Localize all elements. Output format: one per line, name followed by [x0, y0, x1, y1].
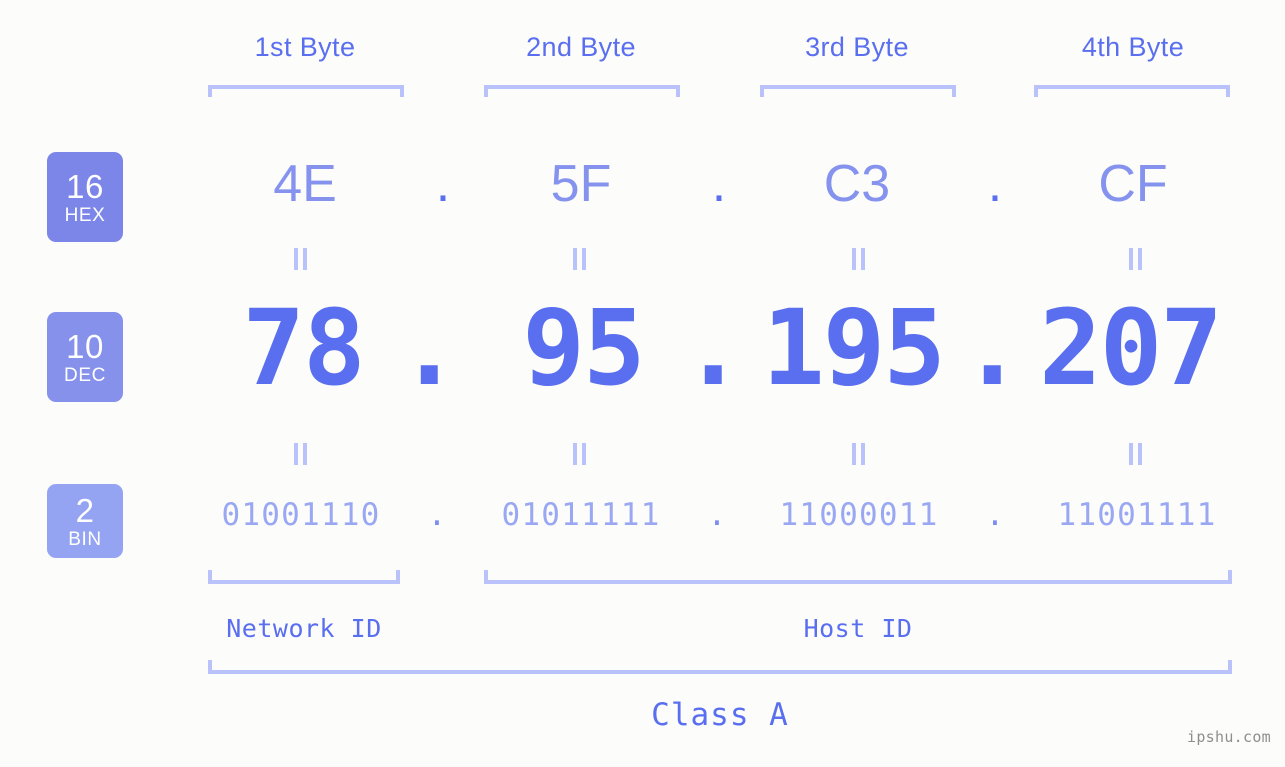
byte-bracket-2 — [484, 85, 680, 97]
bin-byte-4: 11001111 — [1057, 497, 1217, 533]
base-badge-dec-name: DEC — [64, 364, 106, 386]
base-badge-hex-number: 16 — [66, 167, 104, 205]
equals-icon-hex-dec-2 — [573, 248, 587, 270]
hex-separator-3: . — [987, 155, 1003, 213]
hex-byte-2: 5F — [550, 155, 612, 213]
base-badge-bin-name: BIN — [68, 528, 102, 550]
base-badge-hex: 16 HEX — [47, 152, 123, 242]
base-badge-dec: 10 DEC — [47, 312, 123, 402]
base-badge-bin-number: 2 — [75, 491, 95, 529]
dec-separator-1: . — [398, 287, 461, 409]
base-badge-hex-name: HEX — [64, 204, 106, 226]
dec-byte-2: 95 — [522, 287, 645, 409]
byte-header-1: 1st Byte — [254, 32, 356, 62]
equals-icon-dec-bin-2 — [573, 443, 587, 465]
host-id-bracket — [484, 570, 1232, 584]
equals-icon-hex-dec-3 — [852, 248, 866, 270]
network-id-bracket — [208, 570, 400, 584]
base-badge-bin: 2 BIN — [47, 484, 123, 558]
dec-separator-2: . — [682, 287, 745, 409]
hex-byte-3: C3 — [823, 155, 891, 213]
bin-separator-3: . — [985, 497, 1005, 533]
class-label: Class A — [651, 697, 789, 733]
dec-byte-1: 78 — [242, 287, 365, 409]
ip-address-breakdown-diagram: 1st Byte 2nd Byte 3rd Byte 4th Byte 16 H… — [0, 0, 1285, 767]
equals-icon-dec-bin-3 — [852, 443, 866, 465]
dec-separator-3: . — [961, 287, 1024, 409]
hex-byte-1: 4E — [273, 155, 337, 213]
hex-separator-1: . — [435, 155, 451, 213]
bin-byte-3: 11000011 — [779, 497, 939, 533]
equals-icon-dec-bin-1 — [294, 443, 308, 465]
equals-icon-hex-dec-4 — [1129, 248, 1143, 270]
byte-bracket-4 — [1034, 85, 1230, 97]
watermark: ipshu.com — [1187, 728, 1271, 746]
bin-byte-2: 01011111 — [501, 497, 661, 533]
equals-icon-dec-bin-4 — [1129, 443, 1143, 465]
base-badge-dec-number: 10 — [66, 327, 104, 365]
byte-header-2: 2nd Byte — [526, 32, 636, 62]
byte-bracket-1 — [208, 85, 404, 97]
byte-header-3: 3rd Byte — [805, 32, 909, 62]
dec-byte-4: 207 — [1039, 287, 1223, 409]
equals-icon-hex-dec-1 — [294, 248, 308, 270]
bin-byte-1: 01001110 — [221, 497, 381, 533]
network-id-label: Network ID — [226, 614, 382, 643]
dec-byte-3: 195 — [762, 287, 946, 409]
bin-separator-1: . — [427, 497, 447, 533]
bin-separator-2: . — [707, 497, 727, 533]
host-id-label: Host ID — [803, 614, 913, 643]
byte-header-4: 4th Byte — [1081, 32, 1185, 62]
hex-byte-4: CF — [1098, 155, 1168, 213]
byte-bracket-3 — [760, 85, 956, 97]
class-bracket — [208, 660, 1232, 674]
hex-separator-2: . — [711, 155, 727, 213]
